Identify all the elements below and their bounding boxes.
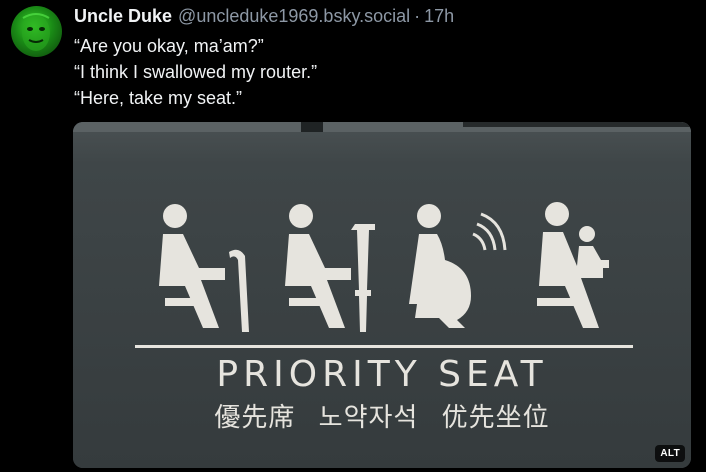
author-handle[interactable]: @uncleduke1969.bsky.social <box>178 6 410 27</box>
post-text-line: “Are you okay, ma’am?” <box>74 36 264 56</box>
display-name[interactable]: Uncle Duke <box>74 6 172 27</box>
post-text-line: “Here, take my seat.” <box>74 88 243 108</box>
separator-dot: · <box>414 6 421 26</box>
avatar[interactable] <box>11 6 62 57</box>
post-header: Uncle Duke @uncleduke1969.bsky.social · … <box>74 6 454 30</box>
post: Uncle Duke @uncleduke1969.bsky.social · … <box>0 0 706 472</box>
post-image[interactable]: PRIORITY SEAT 優先席 노약자석 优先坐位 ALT <box>73 122 691 468</box>
post-text: “Are you okay, ma’am?” “I think I swallo… <box>74 33 674 111</box>
avatar-face-icon <box>22 13 50 51</box>
sign-subtitle: 優先席 노약자석 优先坐位 <box>214 403 550 433</box>
alt-text-badge[interactable]: ALT <box>655 445 685 462</box>
post-text-line: “I think I swallowed my router.” <box>74 62 318 82</box>
post-timestamp[interactable]: 17h <box>424 6 454 27</box>
sign-title: PRIORITY SEAT <box>216 354 548 395</box>
sign-divider <box>135 345 633 348</box>
